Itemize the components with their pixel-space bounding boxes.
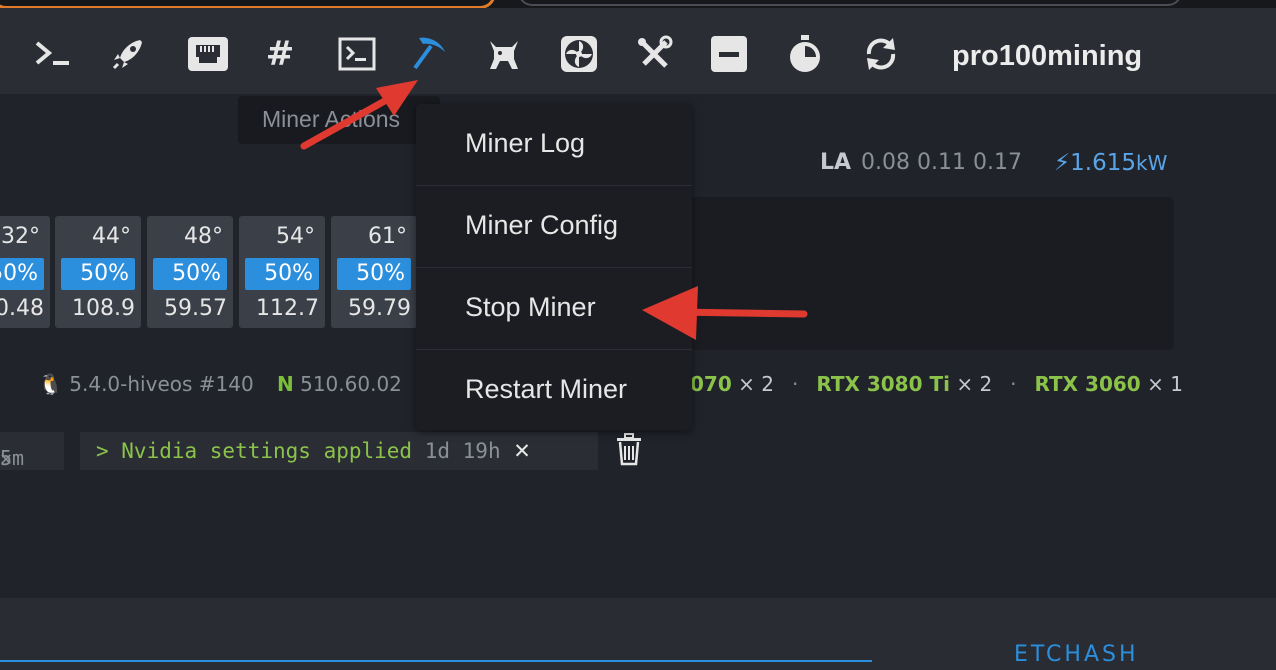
- rocket-icon[interactable]: [104, 30, 152, 78]
- stopwatch-icon[interactable]: [781, 30, 829, 78]
- gpu-fan: 50%: [245, 258, 319, 290]
- message-time: 1d 19h: [424, 439, 501, 463]
- minus-icon[interactable]: [705, 30, 753, 78]
- annotation-arrow-pickaxe: [300, 80, 418, 150]
- kernel-version: 5.4.0-hiveos #140: [69, 372, 254, 396]
- power-readout: ⚡1.615kW: [1054, 150, 1167, 176]
- close-icon[interactable]: ✕: [513, 439, 531, 463]
- close-icon[interactable]: ✕: [0, 446, 12, 470]
- gpu-count: × 2: [738, 372, 774, 396]
- gpu-fan: 50%: [0, 258, 44, 290]
- menu-item-restart-miner[interactable]: Restart Miner: [416, 350, 692, 431]
- menu-item-label: Miner Config: [465, 210, 619, 240]
- terminal-icon[interactable]: [29, 30, 77, 78]
- separator: ·: [791, 372, 799, 396]
- gpu-card[interactable]: 54° 50% 112.7: [239, 216, 325, 328]
- gpu-count: × 1: [1147, 372, 1183, 396]
- menu-item-label: Miner Log: [465, 128, 586, 158]
- menu-item-label: Stop Miner: [465, 292, 596, 322]
- fan-icon[interactable]: [555, 30, 603, 78]
- annotation-arrow-stop: [642, 286, 808, 340]
- hashrate-line: [0, 660, 872, 662]
- gpu-hashrate: 112.7: [256, 296, 319, 321]
- gpu-temp: 61°: [368, 224, 407, 249]
- power-value: 1.615: [1070, 150, 1137, 176]
- gpu-temp: 54°: [276, 224, 315, 249]
- tools-icon[interactable]: [630, 30, 678, 78]
- menu-item-label: Restart Miner: [465, 374, 628, 404]
- gpu-hashrate: 59.79: [348, 296, 411, 321]
- gpu-fan: 50%: [337, 258, 411, 290]
- hostname: pro100mining: [952, 40, 1143, 72]
- gpu-count: × 2: [956, 372, 993, 396]
- la-label: LA: [820, 150, 852, 175]
- separator: ·: [1010, 372, 1017, 396]
- message-chip: > Nvidia settings applied 1d 19h ✕: [80, 432, 598, 470]
- gpu-card[interactable]: 61° 50% 59.79: [331, 216, 417, 328]
- gpu-model: 070: [690, 372, 732, 396]
- gpu-card[interactable]: 44° 50% 108.9: [55, 216, 141, 328]
- browser-address-bar[interactable]: [518, 0, 1182, 6]
- miner-actions-menu: Miner Log Miner Config Stop Miner Restar…: [416, 104, 692, 430]
- gpu-hashrate: 59.57: [164, 296, 227, 321]
- kernel-info: 🐧 5.4.0-hiveos #140: [38, 372, 254, 396]
- gpu-temp: 44°: [92, 224, 131, 249]
- trash-icon[interactable]: [614, 432, 644, 470]
- load-average: LA 0.08 0.11 0.17: [820, 150, 1022, 175]
- gpu-hashrate: 0.48: [0, 296, 44, 321]
- message-chip: 5m ✕: [0, 432, 64, 470]
- gpu-fan: 50%: [61, 258, 135, 290]
- nvidia-label: N: [277, 372, 294, 396]
- power-unit: kW: [1136, 151, 1168, 175]
- gpu-temp: 32°: [1, 224, 40, 249]
- gpu-card[interactable]: 32° 50% 0.48: [0, 216, 50, 328]
- message-text: > Nvidia settings applied 1d 19h ✕: [96, 439, 531, 463]
- refresh-icon[interactable]: [857, 30, 905, 78]
- dog-icon[interactable]: [480, 30, 528, 78]
- network-icon[interactable]: [184, 30, 232, 78]
- algo-label: ETCHASH: [1014, 642, 1139, 667]
- gpu-model: RTX 3080 Ti: [816, 372, 950, 396]
- gpu-temp: 48°: [184, 224, 223, 249]
- menu-item-miner-log[interactable]: Miner Log: [416, 104, 692, 186]
- bolt-icon: ⚡: [1054, 150, 1071, 176]
- gpu-model-list: 070 × 2 · RTX 3080 Ti × 2 · RTX 3060 × 1: [690, 372, 1183, 396]
- nvidia-driver: N 510.60.02: [277, 372, 402, 396]
- toolbar: # pro100mining: [0, 8, 1276, 94]
- gpu-fan: 50%: [153, 258, 227, 290]
- nvidia-version: 510.60.02: [300, 372, 402, 396]
- linux-icon: 🐧: [38, 372, 63, 396]
- menu-item-miner-config[interactable]: Miner Config: [416, 186, 692, 268]
- la-values: 0.08 0.11 0.17: [861, 150, 1022, 175]
- gpu-hashrate: 108.9: [72, 296, 135, 321]
- gpu-card[interactable]: 48° 50% 59.57: [147, 216, 233, 328]
- gpu-model: RTX 3060: [1034, 372, 1141, 396]
